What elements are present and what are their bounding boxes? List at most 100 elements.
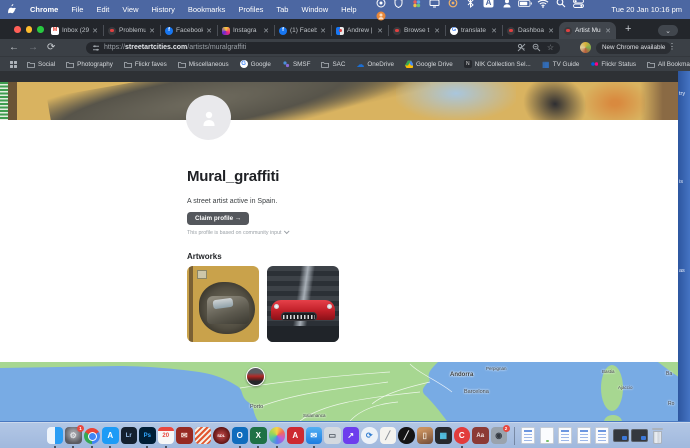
chrome-menu-icon[interactable]: ⋮ <box>668 42 676 51</box>
menu-item-tab[interactable]: Tab <box>276 5 288 14</box>
tab-close-icon[interactable]: ✕ <box>206 27 212 35</box>
tab-close-icon[interactable]: ✕ <box>149 27 155 35</box>
dock-app-store-icon[interactable]: A <box>102 427 120 448</box>
camera-app-icon[interactable] <box>374 0 388 9</box>
claim-profile-button[interactable]: Claim profile → <box>187 212 250 225</box>
bookmark-star-icon[interactable]: ☆ <box>547 43 554 52</box>
dock-window-utility-app-icon[interactable]: ▭ <box>324 427 342 445</box>
browser-tab-active[interactable]: Artist Mu ✕ <box>559 22 616 39</box>
bookmark-item-nik-collection-sel-[interactable]: N NIK Collection Sel... <box>463 60 531 68</box>
tab-close-icon[interactable]: ✕ <box>605 27 611 35</box>
menu-item-chrome[interactable]: Chrome <box>30 5 58 14</box>
dock-photos-app-icon[interactable] <box>268 427 286 448</box>
bookmark-item-sac[interactable]: SAC <box>321 60 345 68</box>
dock-chrome-icon[interactable] <box>83 427 101 448</box>
tab-close-icon[interactable]: ✕ <box>92 27 98 35</box>
dock-striped-app-icon[interactable] <box>194 427 212 445</box>
dock-sync-app-icon[interactable]: ⟳ <box>361 427 379 445</box>
browser-tab[interactable]: M Inbox (29 ✕ <box>46 22 103 39</box>
browser-tab[interactable]: f Facebook ✕ <box>160 22 217 39</box>
tab-close-icon[interactable]: ✕ <box>548 27 554 35</box>
dock-document-plain-icon[interactable] <box>538 427 556 445</box>
dock-document-stack-icon[interactable] <box>557 427 575 445</box>
menu-item-edit[interactable]: Edit <box>96 5 109 14</box>
bluetooth-icon[interactable] <box>464 0 478 8</box>
profile-badge-icon[interactable] <box>374 10 388 22</box>
dock-photoshop-icon[interactable]: Ps <box>139 427 157 448</box>
artwork-card[interactable] <box>267 266 339 342</box>
input-source-icon[interactable]: A <box>482 0 496 8</box>
browser-tab[interactable]: Andrew | ✕ <box>331 22 388 39</box>
dock-excel-icon[interactable]: X <box>250 427 268 448</box>
address-bar[interactable]: https://streetartcities.com/artists/mura… <box>86 39 560 57</box>
minimize-window-button[interactable] <box>25 26 32 33</box>
dock-camera-roll-app-icon[interactable]: ◉ 2 <box>490 424 510 445</box>
password-key-icon[interactable] <box>517 39 526 57</box>
browser-tab[interactable]: Dashboa ✕ <box>502 22 559 39</box>
menu-item-window[interactable]: Window <box>301 5 328 14</box>
dock-outlook-icon[interactable]: O <box>231 427 249 448</box>
dock-mail-app-icon[interactable]: ✉ <box>305 427 323 448</box>
dock-affinity-app-icon[interactable]: ╱ <box>398 427 416 445</box>
dock-minimized-window-icon[interactable] <box>612 427 630 445</box>
browser-tab[interactable]: Gtranslate ✕ <box>445 22 502 39</box>
dock-dictionary-app-icon[interactable]: Aa <box>472 427 490 445</box>
forward-button[interactable]: → <box>28 42 38 53</box>
bookmark-item-social[interactable]: Social <box>27 60 55 68</box>
browser-tab[interactable]: Instagra ✕ <box>217 22 274 39</box>
bookmark-item-tv-guide[interactable]: ▦ TV Guide <box>542 60 579 69</box>
artwork-map-marker[interactable] <box>246 367 265 386</box>
zoom-icon[interactable] <box>532 39 541 57</box>
search-icon[interactable] <box>554 0 568 9</box>
all-bookmarks-button[interactable]: All Bookmarks <box>647 60 690 68</box>
tab-close-icon[interactable]: ✕ <box>377 27 383 35</box>
artwork-card[interactable] <box>187 266 259 342</box>
dock-system-settings-icon[interactable]: ⚙ 1 <box>65 424 84 448</box>
profile-avatar[interactable] <box>580 42 591 53</box>
artworks-map[interactable]: Andorra Perpignan Barcelona Porto Salamanca B… <box>0 362 690 421</box>
menu-item-file[interactable]: File <box>71 5 83 14</box>
tab-search-button[interactable]: ⌄ <box>658 25 678 36</box>
menu-item-profiles[interactable]: Profiles <box>238 5 263 14</box>
dock-lightroom-icon[interactable]: Lr <box>120 427 138 445</box>
dock-portrait-photo-app-icon[interactable]: ▯ <box>416 427 434 445</box>
close-window-button[interactable] <box>14 26 21 33</box>
dock-calendar-icon[interactable]: 20 <box>157 427 175 448</box>
display-icon[interactable] <box>428 0 442 9</box>
bookmark-item-google[interactable]: G Google <box>239 60 271 68</box>
community-note[interactable]: This profile is based on community input <box>187 228 290 236</box>
browser-tab[interactable]: Browse t ✕ <box>388 22 445 39</box>
browser-tab[interactable]: f (1) Faceb ✕ <box>274 22 331 39</box>
bookmark-item-smsf[interactable]: SMSF <box>282 60 310 68</box>
wifi-icon[interactable] <box>536 0 550 9</box>
control-center-icon[interactable] <box>572 0 586 9</box>
record-icon[interactable] <box>446 0 460 9</box>
tab-close-icon[interactable]: ✕ <box>434 27 440 35</box>
dock-document-stack-icon[interactable] <box>520 427 538 445</box>
bookmark-item-flickr-faves[interactable]: Flickr faves <box>123 60 167 68</box>
site-settings-icon[interactable] <box>92 39 100 57</box>
dock-cloner-app-icon[interactable]: C <box>453 427 471 448</box>
menu-clock[interactable]: Tue 20 Jan 10:16 pm <box>611 5 682 14</box>
browser-tab[interactable]: Problemu ✕ <box>103 22 160 39</box>
tab-close-icon[interactable]: ✕ <box>263 27 269 35</box>
new-tab-button[interactable]: + <box>625 24 631 35</box>
url-text[interactable]: https://streetartcities.com/artists/mura… <box>104 44 246 51</box>
bookmark-item-flickr-status[interactable]: Flickr Status <box>590 60 636 68</box>
bookmark-item-google-drive[interactable]: Google Drive <box>405 60 453 68</box>
colors-app-icon[interactable] <box>410 0 424 9</box>
dock-red-mail-app-icon[interactable]: ✉ <box>176 427 194 445</box>
dock-minimized-window-icon[interactable] <box>631 427 649 445</box>
background-window-edge[interactable]: try is as <box>678 71 690 421</box>
back-button[interactable]: ← <box>9 42 19 53</box>
dock-document-stack-icon[interactable] <box>594 427 612 445</box>
update-chrome-button[interactable]: New Chrome available <box>596 41 672 54</box>
bookmark-item-onedrive[interactable]: ☁ OneDrive <box>356 60 394 69</box>
reload-button[interactable]: ⟳ <box>47 42 55 53</box>
dock-trash-icon[interactable] <box>649 427 667 445</box>
dock-pen-app-icon[interactable]: ╱ <box>379 427 397 445</box>
dock-dark-grid-app-icon[interactable]: ▦ <box>435 427 453 445</box>
apple-menu-icon[interactable] <box>8 4 17 15</box>
dock-adobe-app-icon[interactable]: A <box>287 427 305 445</box>
menu-item-bookmarks[interactable]: Bookmarks <box>188 5 226 14</box>
